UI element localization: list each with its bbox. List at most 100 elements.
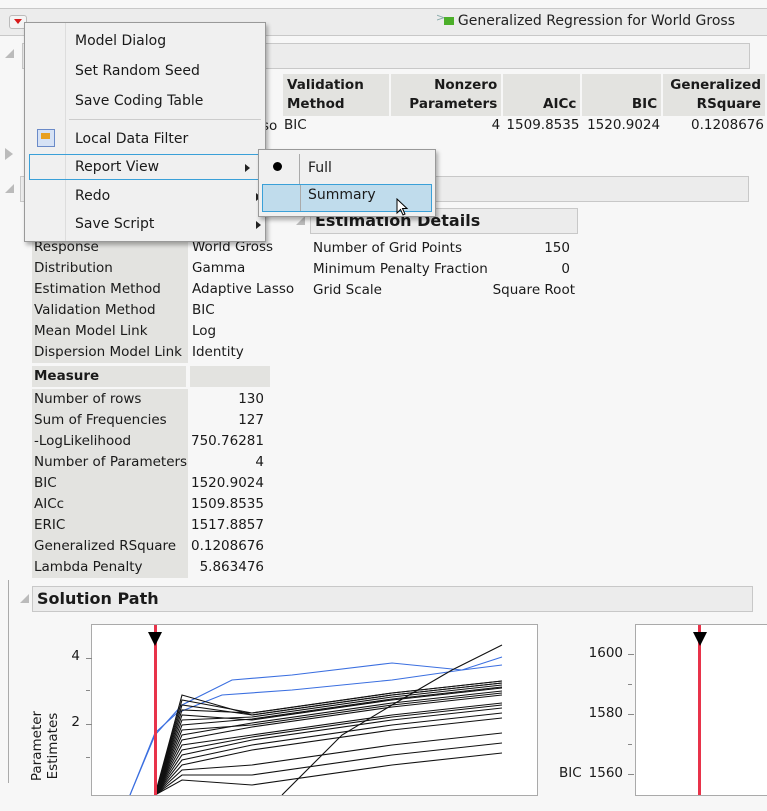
spec-value: BIC [192, 302, 215, 318]
table-row: Grid Scale Square Root [313, 282, 575, 298]
y-minor-tick [86, 690, 90, 691]
y-tick-label: 2 [71, 714, 80, 730]
table-row: BIC 1520.9024 [32, 473, 270, 494]
data-filter-icon [37, 129, 55, 147]
table-row: Validation Method BIC [32, 300, 294, 321]
y-tick [628, 774, 634, 775]
spec-label: Validation Method [32, 300, 188, 321]
measure-value: 0.1208676 [190, 538, 264, 554]
selected-model-handle[interactable] [693, 632, 707, 646]
menu-item-save-coding-table[interactable]: Save Coding Table [75, 89, 203, 113]
selected-model-handle[interactable] [148, 632, 162, 646]
table-row: Sum of Frequencies 127 [32, 410, 270, 431]
measure-label: Number of rows [32, 389, 188, 410]
table-row: Mean Model Link Log [32, 321, 294, 342]
table-row: -LogLikelihood 750.76281 [32, 431, 270, 452]
measure-header: Measure [32, 366, 186, 387]
disclosure-icon[interactable] [5, 184, 14, 193]
model-summary-table: Validation Method Nonzero Parameters AICc … [281, 74, 767, 134]
disclosure-icon[interactable] [20, 594, 29, 603]
estimation-details-table: Number of Grid Points 150 Minimum Penalty… [313, 238, 575, 301]
solution-path-header[interactable]: Solution Path [32, 586, 753, 612]
spec-label: Mean Model Link [32, 321, 188, 342]
spec-label: Estimation Method [32, 279, 188, 300]
measure-value: 750.76281 [190, 433, 264, 449]
measure-value: 1517.8857 [190, 517, 264, 533]
spec-label: Distribution [32, 258, 188, 279]
bic-plot[interactable] [635, 624, 767, 796]
y-axis-label: BIC [559, 765, 582, 781]
table-row: Generalized RSquare 0.1208676 [32, 536, 270, 557]
disclosure-icon[interactable] [296, 216, 305, 225]
spec-label: Dispersion Model Link [32, 342, 188, 363]
menu-item-save-script[interactable]: Save Script [75, 212, 261, 236]
y-tick-label: 4 [71, 648, 80, 664]
context-menu: Model Dialog Set Random Seed Save Coding… [24, 22, 266, 242]
menu-item-local-data-filter[interactable]: Local Data Filter [75, 127, 188, 151]
measure-value: 1520.9024 [190, 475, 264, 491]
submenu-arrow-icon [256, 221, 261, 229]
spec-value: Adaptive Lasso [192, 281, 295, 297]
spec-value: Gamma [192, 260, 246, 276]
table-row: Lambda Penalty 5.863476 [32, 557, 270, 578]
table-row: Dispersion Model Link Identity [32, 342, 294, 363]
cell-bic: 1520.9024 [587, 117, 661, 133]
disclosure-icon[interactable] [5, 49, 14, 58]
y-tick [86, 658, 92, 659]
measure-label: ERIC [32, 515, 188, 536]
y-tick [628, 714, 634, 715]
y-tick-label: 1600 [588, 645, 623, 661]
measure-label: Lambda Penalty [32, 557, 188, 578]
selected-model-line[interactable] [154, 625, 157, 795]
window-title: Generalized Regression for World Gross [436, 11, 735, 29]
measure-label: Sum of Frequencies [32, 410, 188, 431]
mouse-cursor-icon [396, 198, 409, 216]
measure-value: 130 [238, 391, 264, 407]
coefficient-path-line [154, 680, 503, 795]
menu-item-report-view[interactable]: Report View [29, 154, 263, 180]
table-row: Number of rows 130 [32, 389, 270, 410]
model-specification-table: Response World Gross Distribution Gamma Esti… [32, 237, 294, 363]
measure-label: Generalized RSquare [32, 536, 188, 557]
table-row: Number of Parameters 4 [32, 452, 270, 473]
menu-item-redo[interactable]: Redo [75, 184, 261, 208]
menu-item-model-dialog[interactable]: Model Dialog [75, 29, 166, 53]
measure-label: BIC [32, 473, 188, 494]
measures-table: Measure Number of rows 130 Sum of Frequenc… [32, 366, 270, 578]
submenu-item-full[interactable]: Full [308, 156, 332, 180]
measure-label: AICc [32, 494, 188, 515]
coefficient-path-line [154, 742, 503, 795]
menu-separator [69, 119, 261, 120]
measure-value: 127 [238, 412, 264, 428]
parameter-estimates-plot[interactable] [91, 624, 538, 796]
table-row: Estimation Method Adaptive Lasso [32, 279, 294, 300]
y-tick [86, 724, 92, 725]
table-row: Minimum Penalty Fraction 0 [313, 261, 570, 277]
table-row: Number of Grid Points 150 [313, 240, 570, 256]
cell-rsquare: 0.1208676 [690, 117, 764, 133]
measure-value: 4 [255, 454, 264, 470]
selected-bullet-icon [273, 162, 282, 171]
y-minor-tick [628, 684, 632, 685]
cell-validation-method: BIC [284, 117, 307, 133]
table-row: ERIC 1517.8857 [32, 515, 270, 536]
spec-value: Log [192, 323, 217, 339]
menu-item-set-random-seed[interactable]: Set Random Seed [75, 59, 200, 83]
selected-model-line[interactable] [698, 625, 701, 795]
y-tick-label: 1580 [588, 705, 623, 721]
y-axis-label: Parameter Estimates [29, 710, 61, 782]
y-tick [628, 654, 634, 655]
measure-value: 1509.8535 [190, 496, 264, 512]
collapsed-disclosure-icon[interactable] [5, 148, 13, 160]
measure-value: 5.863476 [199, 559, 264, 575]
table-row: AICc 1509.8535 [32, 494, 270, 515]
cell-nonzero-parameters: 4 [491, 117, 501, 133]
measure-label: Number of Parameters [32, 452, 188, 473]
platform-icon [436, 11, 454, 26]
y-minor-tick [628, 744, 632, 745]
y-tick-label: 1560 [588, 765, 623, 781]
spec-value: Identity [192, 344, 244, 360]
y-minor-tick [86, 757, 90, 758]
cell-aicc: 1509.8535 [506, 117, 580, 133]
measure-label: -LogLikelihood [32, 431, 188, 452]
